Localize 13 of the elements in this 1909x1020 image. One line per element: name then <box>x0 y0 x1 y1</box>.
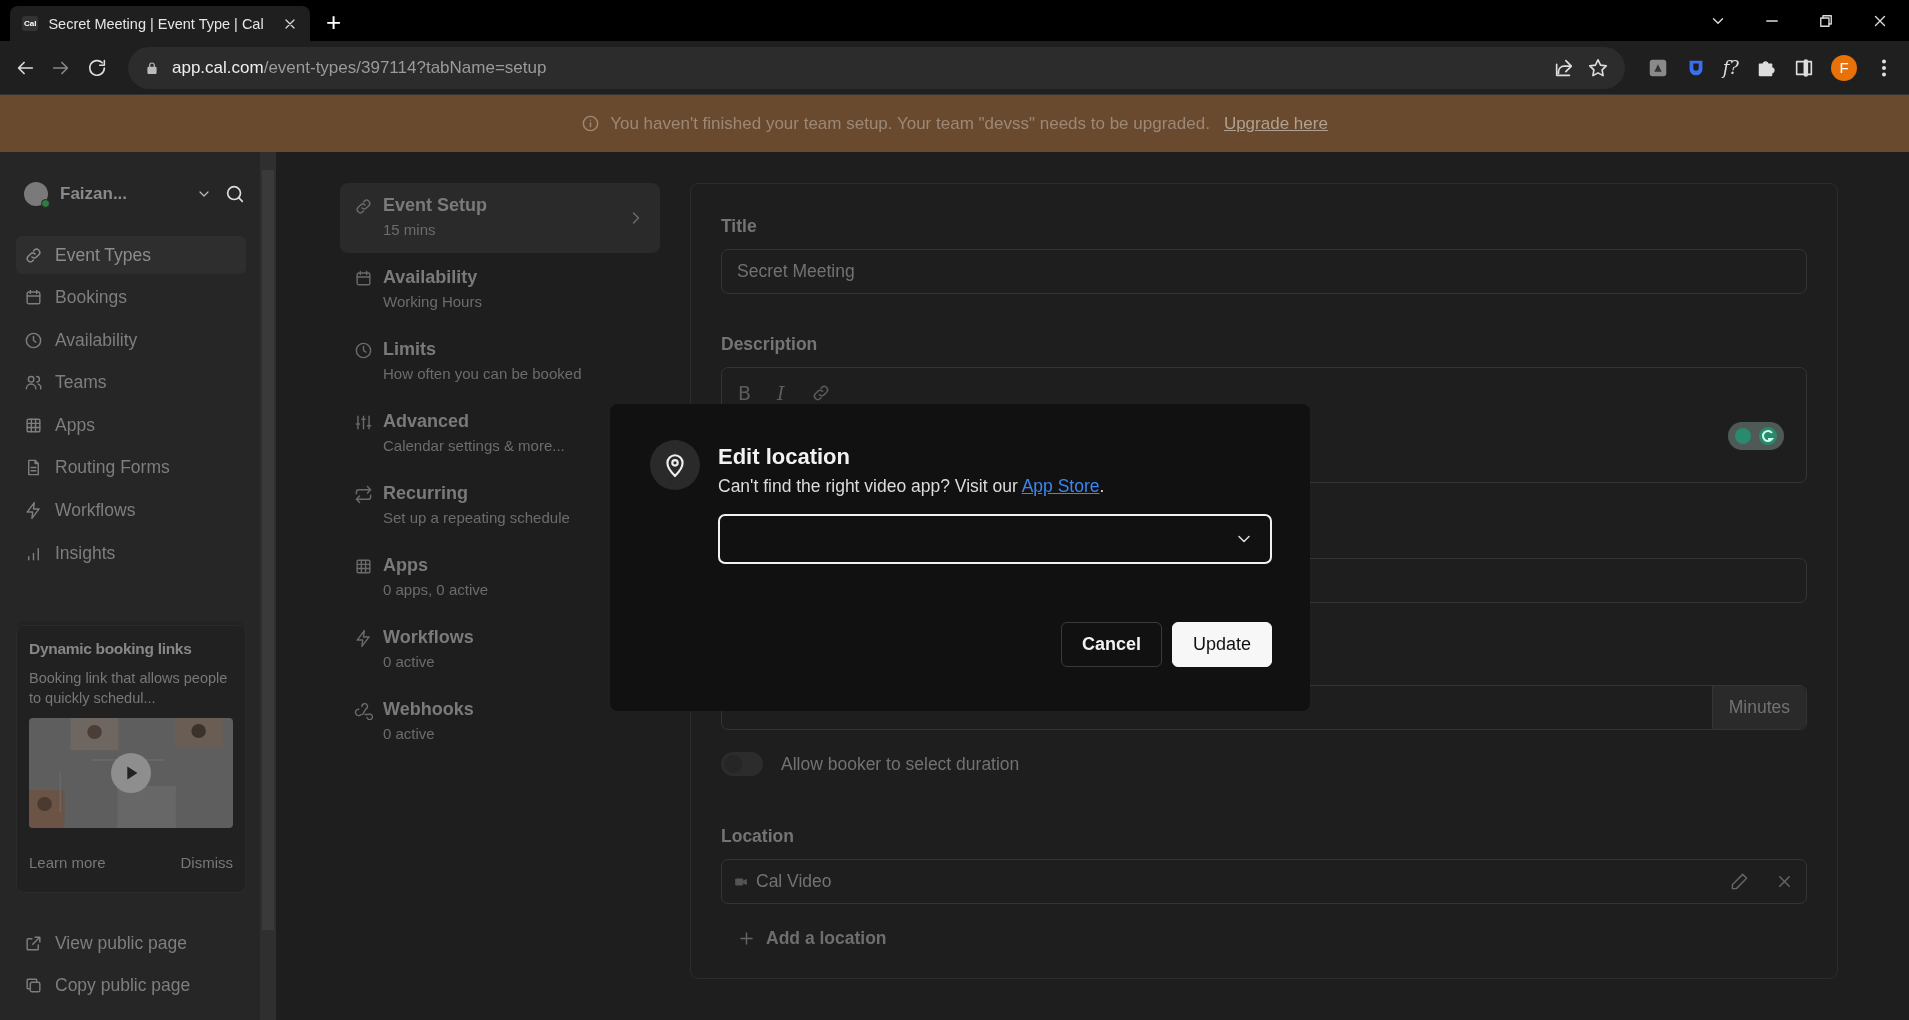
field-label: Location <box>721 826 795 847</box>
dialog-title: Edit location <box>718 444 851 470</box>
dialog-text: Can't find the right video app? Visit our App Store. <box>718 476 1106 497</box>
promo-text: Booking link that allows people to quickly schedul... <box>29 668 229 708</box>
field-label: Description <box>721 334 819 355</box>
unit-label: Minutes <box>1711 686 1806 729</box>
field-label: Title <box>721 216 758 237</box>
favicon-icon: Cal <box>22 16 39 31</box>
promo-title: Dynamic booking links <box>29 639 193 658</box>
banner-message: You haven't finished your team setup. Your team "devss" needs to be upgraded. <box>610 113 1210 134</box>
location-name: Cal Video <box>756 871 832 892</box>
toggle-label: Allow booker to select duration <box>781 753 1020 775</box>
tab-title: Secret Meeting | Event Type | Cal <box>48 15 265 32</box>
